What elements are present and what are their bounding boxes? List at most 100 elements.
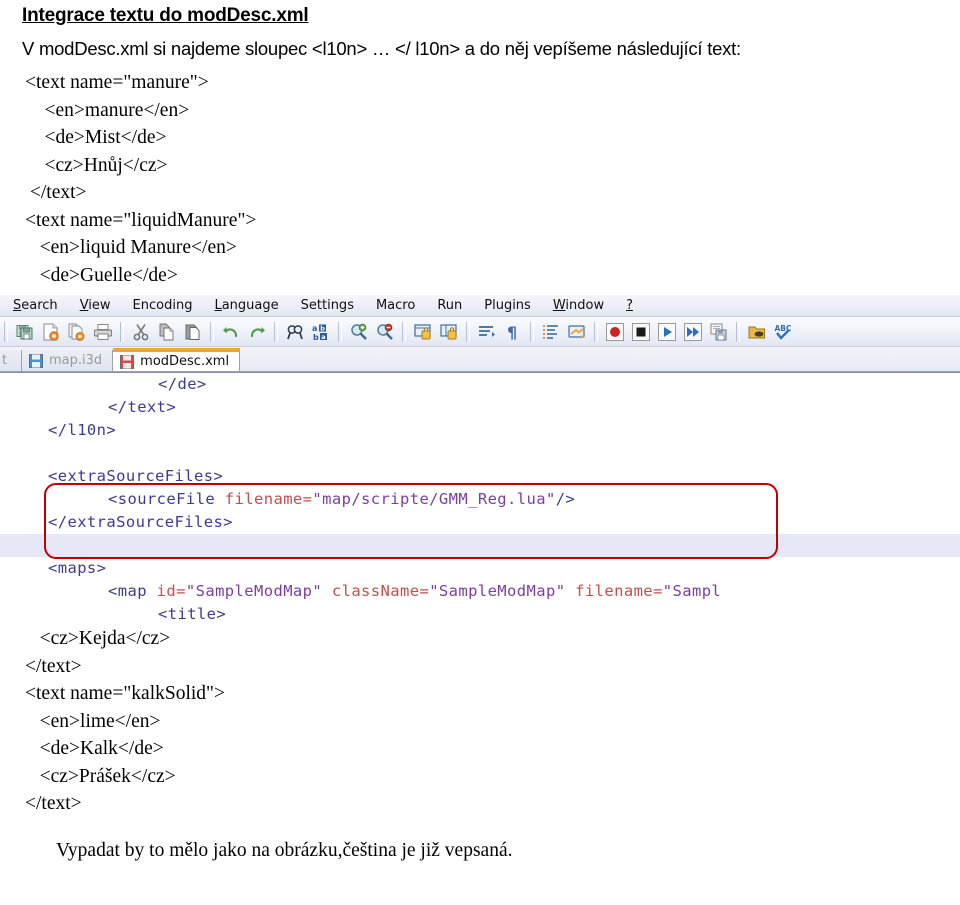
- code-token-tagname: <extraSourceFiles>: [48, 467, 224, 485]
- menu-help[interactable]: ?: [615, 297, 644, 315]
- menu-window[interactable]: Window: [542, 297, 615, 315]
- code-token-tagname: <sourceFile: [108, 490, 225, 508]
- cut-icon[interactable]: [128, 320, 154, 344]
- svg-text:a: a: [312, 324, 317, 333]
- toolbar-separator: [4, 321, 8, 342]
- macro-record-icon[interactable]: [602, 320, 628, 344]
- macro-play-icon[interactable]: [654, 320, 680, 344]
- file-blue-icon: [29, 353, 43, 368]
- page-title: Integrace textu do modDesc.xml: [22, 5, 309, 26]
- save-as-icon[interactable]: [38, 320, 64, 344]
- menu-run[interactable]: Run: [426, 297, 473, 315]
- code-line[interactable]: </l10n>: [0, 419, 960, 442]
- svg-text:b: b: [320, 324, 325, 332]
- toolbar-separator: [274, 321, 278, 342]
- menu-search[interactable]: Search: [2, 297, 69, 315]
- zoom-in-icon[interactable]: [346, 320, 372, 344]
- toolbar-separator: [338, 321, 342, 342]
- toolbar-separator: [402, 321, 406, 342]
- run-icon[interactable]: [744, 320, 770, 344]
- code-line[interactable]: </text>: [0, 396, 960, 419]
- svg-text:b: b: [313, 333, 319, 341]
- code-line[interactable]: <title>: [0, 603, 960, 625]
- code-line[interactable]: </extraSourceFiles>: [0, 511, 960, 534]
- svg-text:ABC: ABC: [775, 324, 793, 333]
- document-tab[interactable]: modDesc.xml: [113, 348, 241, 371]
- spell-check-icon[interactable]: ABC: [770, 320, 796, 344]
- paste-icon[interactable]: [180, 320, 206, 344]
- macro-stop-icon[interactable]: [628, 320, 654, 344]
- accelerator-letter: ?: [626, 297, 634, 313]
- toolbar-separator: [120, 321, 124, 342]
- find-icon[interactable]: [282, 320, 308, 344]
- xml-snippet-bottom: <cz>Kejda</cz> </text> <text name="kalkS…: [25, 628, 226, 814]
- code-token-val: "SampleModMap": [185, 582, 323, 600]
- accelerator-letter: V: [79, 297, 89, 313]
- document-tab-label: t: [2, 353, 8, 368]
- menu-view[interactable]: View: [69, 297, 122, 315]
- print-icon[interactable]: [90, 320, 116, 344]
- toolbar-separator: [210, 321, 214, 342]
- code-token-attr: className=: [331, 582, 430, 600]
- zoom-out-icon[interactable]: [372, 320, 398, 344]
- code-line[interactable]: </de>: [0, 373, 960, 396]
- document-tab-label: map.i3d: [49, 353, 103, 368]
- code-token-tagname: />: [555, 490, 576, 508]
- save-all-icon[interactable]: [64, 320, 90, 344]
- menu-language[interactable]: Language: [203, 297, 289, 315]
- macro-run-multiple-icon[interactable]: [680, 320, 706, 344]
- document-tab[interactable]: map.i3d: [22, 350, 114, 371]
- code-token-tagname: <title>: [158, 605, 227, 623]
- menu-encoding[interactable]: Encoding: [122, 297, 204, 315]
- accelerator-letter: W: [552, 297, 566, 313]
- xml-snippet-top: <text name="manure"> <en>manure</en> <de…: [25, 72, 257, 286]
- code-line[interactable]: <maps>: [0, 557, 960, 580]
- code-token-punct: </de>: [158, 375, 207, 393]
- code-token-attr: id=: [156, 582, 186, 600]
- code-token-punct: </l10n>: [48, 421, 117, 439]
- code-token-tagname: <map: [108, 582, 157, 600]
- code-token-punct: </text>: [108, 398, 177, 416]
- menu-bar: Search View Encoding Language Settings Macro R…: [0, 295, 960, 317]
- menu-macro[interactable]: Macro: [365, 297, 426, 315]
- toolbar-separator: [736, 321, 740, 342]
- document-tab-label: modDesc.xml: [140, 354, 230, 369]
- macro-save-icon[interactable]: [706, 320, 732, 344]
- code-line[interactable]: <map id="SampleModMap" className="Sample…: [0, 580, 960, 603]
- code-token-tagname: </extraSourceFiles>: [48, 513, 233, 531]
- indent-guide-icon[interactable]: [538, 320, 564, 344]
- code-token-val: "Sampl: [662, 582, 722, 600]
- show-all-chars-icon[interactable]: ¶: [500, 320, 526, 344]
- code-token-attr: filename=: [224, 490, 313, 508]
- toolbar-separator: [530, 321, 534, 342]
- save-icon[interactable]: [12, 320, 38, 344]
- sync-vertical-icon[interactable]: [410, 320, 436, 344]
- file-red-icon: [120, 354, 135, 369]
- document-tab-bar: t map.i3d modDesc.xml: [0, 347, 960, 372]
- sync-horizontal-icon[interactable]: [436, 320, 462, 344]
- svg-text:a: a: [321, 333, 325, 341]
- menu-plugins[interactable]: Plugins: [473, 297, 542, 315]
- notepadpp-screenshot: Search View Encoding Language Settings Macro R…: [0, 295, 960, 625]
- user-define-icon[interactable]: [564, 320, 590, 344]
- undo-icon[interactable]: [218, 320, 244, 344]
- intro-paragraph: V modDesc.xml si najdeme sloupec <l10n> …: [22, 38, 741, 59]
- replace-icon[interactable]: a b b a: [308, 320, 334, 344]
- toolbar-separator: [466, 321, 470, 342]
- document-tab[interactable]: t: [0, 350, 22, 371]
- redo-icon[interactable]: [244, 320, 270, 344]
- toolbar-separator: [594, 321, 598, 342]
- menu-settings[interactable]: Settings: [290, 297, 365, 315]
- copy-icon[interactable]: [154, 320, 180, 344]
- closing-caption: Vypadat by to mělo jako na obrázku,češti…: [56, 839, 513, 861]
- code-line[interactable]: <sourceFile filename="map/scripte/GMM_Re…: [0, 488, 960, 511]
- accelerator-letter: S: [13, 297, 22, 313]
- code-token-tagname: [565, 582, 575, 600]
- code-line[interactable]: <extraSourceFiles>: [0, 465, 960, 488]
- word-wrap-icon[interactable]: [474, 320, 500, 344]
- code-line[interactable]: [0, 442, 960, 465]
- accelerator-letter: L: [214, 297, 222, 313]
- code-editor[interactable]: </de> </text> </l10n> <extraSourceFiles> <s…: [0, 372, 960, 625]
- svg-text:¶: ¶: [507, 323, 517, 341]
- code-line[interactable]: [0, 534, 960, 557]
